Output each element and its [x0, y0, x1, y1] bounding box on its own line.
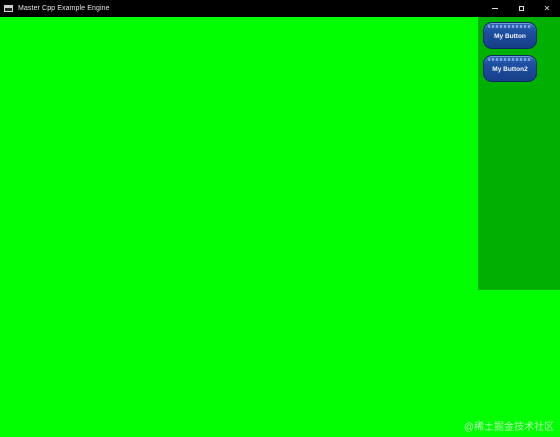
my-button2[interactable]: My Button2	[483, 55, 537, 82]
side-panel: My Button My Button2	[478, 17, 560, 290]
window-controls: ✕	[482, 0, 560, 17]
render-canvas[interactable]: My Button My Button2 @稀土掘金技术社区	[0, 17, 560, 437]
app-window: Master Cpp Example Engine ✕ My Button My…	[0, 0, 560, 437]
minimize-button[interactable]	[482, 0, 508, 17]
minimize-icon	[492, 8, 498, 9]
close-button[interactable]: ✕	[534, 0, 560, 17]
close-icon: ✕	[543, 3, 551, 13]
window-title: Master Cpp Example Engine	[18, 5, 110, 12]
my-button[interactable]: My Button	[483, 22, 537, 49]
app-window-icon	[4, 5, 13, 12]
watermark: @稀土掘金技术社区	[463, 422, 554, 433]
my-button2-label: My Button2	[492, 66, 528, 73]
my-button-label: My Button	[494, 33, 526, 40]
title-bar[interactable]: Master Cpp Example Engine ✕	[0, 0, 560, 17]
maximize-button[interactable]	[508, 0, 534, 17]
maximize-icon	[518, 6, 524, 11]
